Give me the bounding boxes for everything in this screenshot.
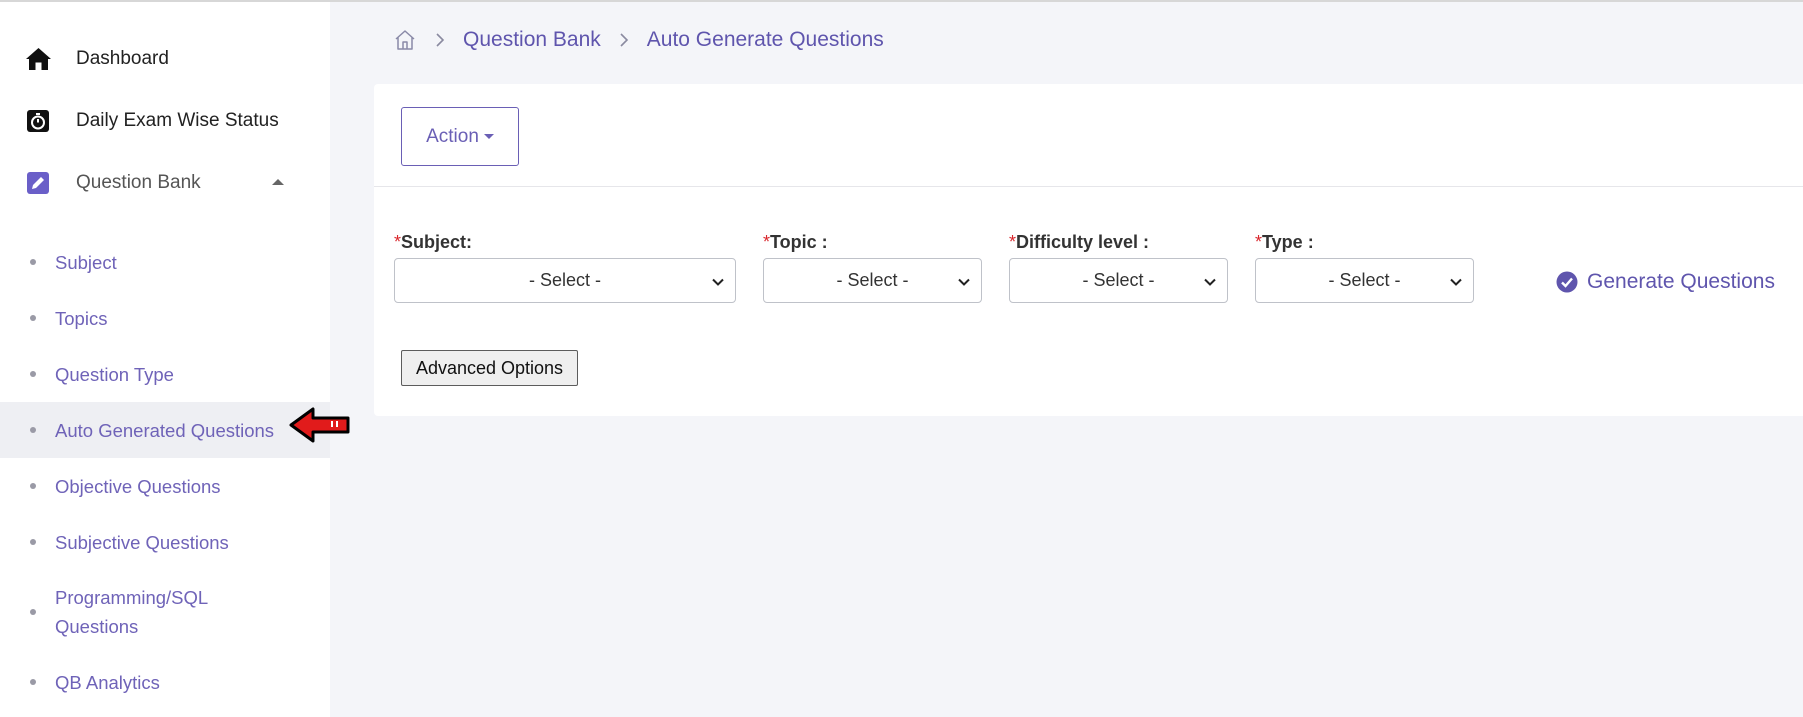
required-mark: * bbox=[1255, 232, 1263, 252]
sidebar-item-label: Daily Exam Wise Status bbox=[76, 110, 279, 131]
subject-label: *Subject: bbox=[394, 232, 736, 252]
breadcrumb-item-current: Auto Generate Questions bbox=[646, 28, 884, 51]
type-label: *Type : bbox=[1255, 232, 1474, 252]
bullet-icon bbox=[30, 483, 36, 489]
auto-generate-card: Action *Subject: - Select - *Topic : - S… bbox=[374, 84, 1803, 416]
caret-up-icon[interactable] bbox=[272, 179, 284, 185]
sidebar-subitem-subjective-questions[interactable]: Subjective Questions bbox=[0, 514, 330, 570]
sidebar-subitem-subject[interactable]: Subject bbox=[0, 234, 330, 290]
bullet-icon bbox=[30, 259, 36, 265]
stopwatch-icon bbox=[24, 107, 52, 135]
action-label: Action bbox=[426, 125, 479, 147]
sidebar-subitem-qb-analytics[interactable]: QB Analytics bbox=[0, 654, 330, 710]
bullet-icon bbox=[30, 315, 36, 321]
subject-field: *Subject: - Select - bbox=[394, 232, 736, 303]
type-label-text: Type : bbox=[1262, 232, 1314, 252]
chevron-right-icon bbox=[435, 32, 445, 48]
chevron-down-icon bbox=[957, 273, 971, 294]
chevron-down-icon bbox=[1449, 273, 1463, 294]
edit-icon bbox=[24, 169, 52, 197]
required-mark: * bbox=[763, 232, 771, 252]
subject-select-value: - Select - bbox=[528, 270, 602, 290]
bullet-icon bbox=[30, 609, 36, 615]
sidebar: Dashboard Daily Exam Wise Status Questio… bbox=[0, 2, 330, 717]
topic-select-value: - Select - bbox=[836, 270, 909, 290]
sidebar-subitem-label: Subjective Questions bbox=[55, 531, 229, 553]
sidebar-subitem-question-type[interactable]: Question Type bbox=[0, 346, 330, 402]
chevron-down-icon bbox=[1203, 273, 1217, 294]
subject-select[interactable]: - Select - bbox=[394, 258, 736, 303]
topic-field: *Topic : - Select - bbox=[763, 232, 982, 303]
required-mark: * bbox=[394, 232, 402, 252]
sidebar-subitem-label: Subject bbox=[55, 251, 117, 273]
required-mark: * bbox=[1009, 232, 1017, 252]
sidebar-subitem-programming-sql-questions[interactable]: Programming/SQL Questions bbox=[0, 570, 330, 654]
breadcrumb-item-question-bank[interactable]: Question Bank bbox=[463, 28, 601, 52]
generate-questions-label: Generate Questions bbox=[1587, 270, 1775, 293]
pointer-arrow-icon bbox=[289, 407, 351, 448]
check-circle-icon bbox=[1556, 271, 1578, 293]
difficulty-select-value: - Select - bbox=[1082, 270, 1155, 290]
bullet-icon bbox=[30, 539, 36, 545]
difficulty-label: *Difficulty level : bbox=[1009, 232, 1228, 252]
breadcrumb: Question Bank Auto Generate Questions bbox=[393, 28, 884, 52]
type-select-value: - Select - bbox=[1328, 270, 1401, 290]
sidebar-item-question-bank[interactable]: Question Bank bbox=[0, 152, 330, 214]
topic-select[interactable]: - Select - bbox=[763, 258, 982, 303]
type-select[interactable]: - Select - bbox=[1255, 258, 1474, 303]
bullet-icon bbox=[30, 371, 36, 377]
sidebar-subitem-topics[interactable]: Topics bbox=[0, 290, 330, 346]
difficulty-label-text: Difficulty level : bbox=[1016, 232, 1150, 252]
sidebar-subitem-objective-questions[interactable]: Objective Questions bbox=[0, 458, 330, 514]
difficulty-select[interactable]: - Select - bbox=[1009, 258, 1228, 303]
type-field: *Type : - Select - bbox=[1255, 232, 1474, 303]
difficulty-field: *Difficulty level : - Select - bbox=[1009, 232, 1228, 303]
sidebar-item-label: Dashboard bbox=[76, 48, 169, 69]
chevron-down-icon bbox=[711, 273, 725, 294]
sidebar-subitem-auto-generated-questions[interactable]: Auto Generated Questions bbox=[0, 402, 330, 458]
generate-questions-button[interactable]: Generate Questions bbox=[1556, 270, 1775, 294]
topic-label: *Topic : bbox=[763, 232, 982, 252]
sidebar-item-daily-exam-status[interactable]: Daily Exam Wise Status bbox=[0, 90, 330, 152]
home-outline-icon[interactable] bbox=[393, 28, 417, 52]
bullet-icon bbox=[30, 427, 36, 433]
sidebar-subitem-label: Objective Questions bbox=[55, 475, 221, 497]
caret-down-icon bbox=[483, 134, 494, 139]
home-icon bbox=[24, 45, 52, 73]
bullet-icon bbox=[30, 679, 36, 685]
sidebar-subitem-label: Programming/SQL Questions bbox=[55, 587, 208, 637]
sidebar-subitem-label: Auto Generated Questions bbox=[55, 419, 275, 441]
sidebar-subitem-label: Question Type bbox=[55, 363, 174, 385]
sidebar-item-label: Question Bank bbox=[76, 172, 201, 193]
subject-label-text: Subject: bbox=[401, 232, 473, 252]
topic-label-text: Topic : bbox=[770, 232, 828, 252]
sidebar-subitem-label: Topics bbox=[55, 307, 108, 329]
action-dropdown-button[interactable]: Action bbox=[401, 107, 519, 166]
sidebar-item-dashboard[interactable]: Dashboard bbox=[0, 28, 330, 90]
advanced-options-button[interactable]: Advanced Options bbox=[401, 350, 578, 386]
sidebar-subitem-label: QB Analytics bbox=[55, 671, 160, 693]
card-header: Action bbox=[374, 84, 1803, 187]
chevron-right-icon bbox=[619, 32, 629, 48]
